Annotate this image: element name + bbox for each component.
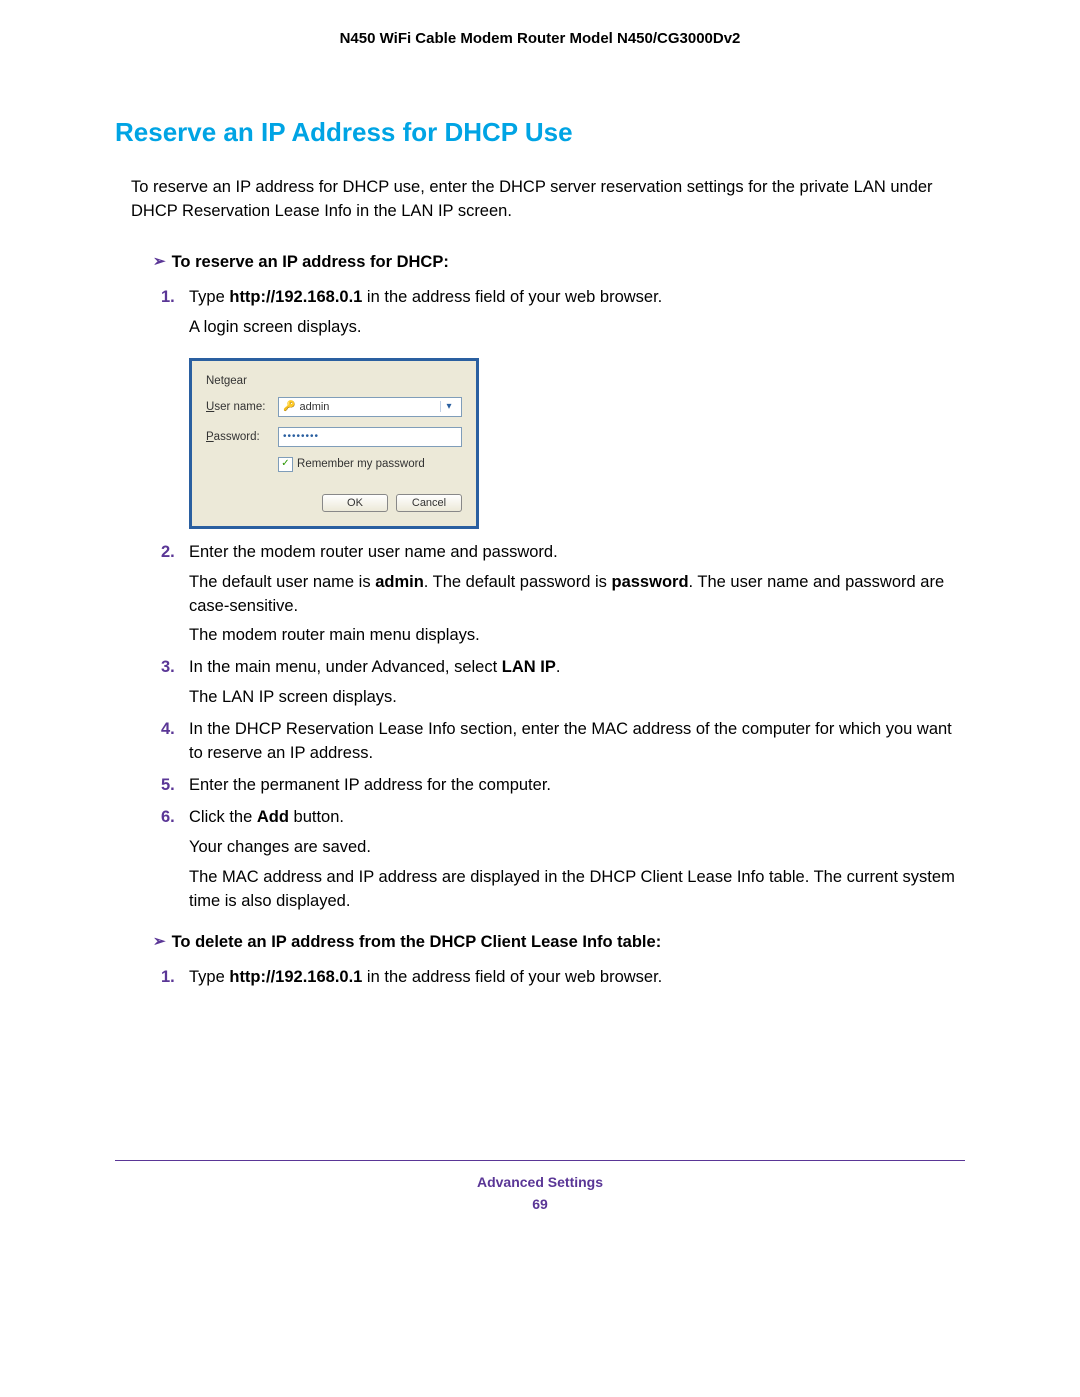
username-field[interactable]: 🔑 admin ▾ [278,397,462,417]
step-number: 6. [161,806,175,830]
ok-button[interactable]: OK [322,494,388,512]
step-2: 2. Enter the modem router user name and … [115,541,965,649]
key-icon: 🔑 [283,401,295,412]
chevron-down-icon[interactable]: ▾ [440,401,457,412]
remember-label: Remember my password [297,458,425,470]
step-6: 6. Click the Add button. Your changes ar… [115,806,965,914]
step-number: 1. [161,286,175,310]
chevron-right-icon: ➢ [153,932,166,950]
chevron-right-icon: ➢ [153,252,166,270]
procedure-steps-delete: 1. Type http://192.168.0.1 in the addres… [115,966,965,990]
doc-header-title: N450 WiFi Cable Modem Router Model N450/… [115,30,965,47]
step-subtext: The LAN IP screen displays. [189,686,965,710]
step-subtext: The modem router main menu displays. [189,624,965,648]
section-heading: Reserve an IP Address for DHCP Use [115,117,965,148]
procedure-heading-delete: ➢ To delete an IP address from the DHCP C… [115,932,965,952]
cancel-button[interactable]: Cancel [396,494,462,512]
step-number: 5. [161,774,175,798]
footer-page-number: 69 [115,1193,965,1215]
procedure-title: To delete an IP address from the DHCP Cl… [172,933,662,951]
step-1: 1. Type http://192.168.0.1 in the addres… [115,286,965,340]
procedure-steps-reserve: 1. Type http://192.168.0.1 in the addres… [115,286,965,340]
section-intro: To reserve an IP address for DHCP use, e… [115,176,965,224]
step-text: Type http://192.168.0.1 in the address f… [189,288,662,306]
step-4: 4. In the DHCP Reservation Lease Info se… [115,718,965,766]
step-text: Type http://192.168.0.1 in the address f… [189,968,662,986]
step-subtext: The MAC address and IP address are displ… [189,866,965,914]
step-subtext: Your changes are saved. [189,836,965,860]
step-text: In the DHCP Reservation Lease Info secti… [189,720,952,762]
procedure-heading-reserve: ➢ To reserve an IP address for DHCP: [115,252,965,272]
username-label: User name: [206,401,278,413]
login-dialog: Netgear User name: 🔑 admin ▾ Password: •… [189,358,479,529]
procedure-steps-reserve-cont: 2. Enter the modem router user name and … [115,541,965,914]
password-field[interactable]: •••••••• [278,427,462,447]
step-text: Click the Add button. [189,808,344,826]
step-text: In the main menu, under Advanced, select… [189,658,560,676]
step-subtext: A login screen displays. [189,316,965,340]
dialog-title: Netgear [206,375,278,387]
step-number: 3. [161,656,175,680]
password-label: Password: [206,431,278,443]
username-value: admin [299,401,329,413]
step-number: 2. [161,541,175,565]
footer-rule [115,1160,965,1161]
remember-checkbox[interactable]: ✓ [278,457,293,472]
step-number: 4. [161,718,175,742]
step-1: 1. Type http://192.168.0.1 in the addres… [115,966,965,990]
procedure-title: To reserve an IP address for DHCP: [172,253,449,271]
step-5: 5. Enter the permanent IP address for th… [115,774,965,798]
step-text: Enter the permanent IP address for the c… [189,776,551,794]
step-3: 3. In the main menu, under Advanced, sel… [115,656,965,710]
footer-section: Advanced Settings [115,1171,965,1193]
password-mask: •••••••• [283,431,319,442]
step-number: 1. [161,966,175,990]
footer: Advanced Settings 69 [115,1171,965,1216]
step-subtext: The default user name is admin. The defa… [189,571,965,619]
step-text: Enter the modem router user name and pas… [189,543,558,561]
